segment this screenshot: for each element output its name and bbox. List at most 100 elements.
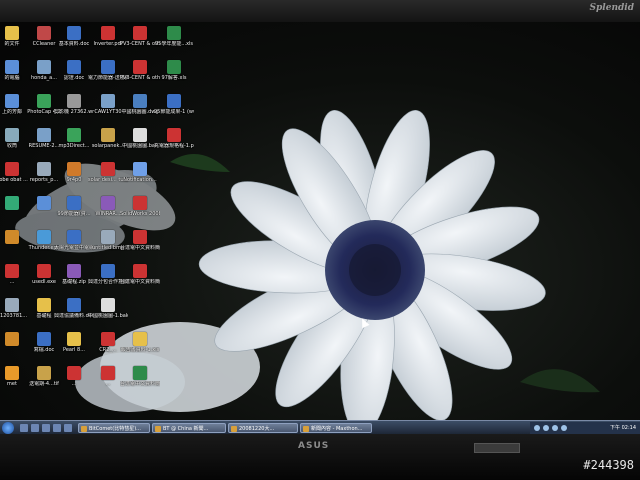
adobe-icon: [5, 162, 19, 176]
desktop-icon[interactable]: 95節能成果-1 (www...: [154, 94, 194, 115]
desktop-icon-label: 97解答.xls: [161, 75, 187, 81]
watermark: #244398: [583, 458, 634, 472]
app-icon: [231, 426, 237, 432]
folder-icon: [5, 26, 19, 40]
file-icon: [37, 162, 51, 176]
desktop-icon-label: 95學年度能...xls: [154, 41, 194, 47]
taskbar-button[interactable]: BT @ China 新聞...: [152, 423, 226, 433]
app-icon: [303, 426, 309, 432]
word-doc-icon: [101, 60, 115, 74]
file-icon: [67, 162, 81, 176]
clock[interactable]: 下午 02:14: [610, 422, 636, 434]
folder-icon: [67, 332, 81, 346]
word-doc-icon: [67, 230, 81, 244]
mp3-icon: [67, 128, 81, 142]
file-icon: [101, 94, 115, 108]
app-tray-icon[interactable]: [561, 425, 567, 431]
quick-launch-ie-icon[interactable]: [20, 424, 28, 432]
update-tray-icon[interactable]: [552, 425, 558, 431]
exe-icon: [37, 264, 51, 278]
taskbar-button-label: BT @ China 新聞...: [163, 426, 209, 432]
desktop-icon[interactable]: 中國桃園圖-1.bak: [88, 298, 128, 319]
taskbar: BitComet(比特彗星)... BT @ China 新聞... 2008122…: [0, 420, 640, 435]
winrar-icon: [101, 196, 115, 210]
file-icon: [133, 162, 147, 176]
thunder-icon: [37, 230, 51, 244]
app-icon: [5, 230, 19, 244]
text-file-icon: [133, 128, 147, 142]
pdf-icon: [67, 366, 81, 380]
winrar-icon: [67, 264, 81, 278]
taskbar-button-label: BitComet(比特彗星)...: [89, 426, 141, 432]
taskbar-button-label: 新聞內容 - Maxthon...: [311, 426, 363, 432]
folder-icon: [37, 298, 51, 312]
volume-tray-icon[interactable]: [543, 425, 549, 431]
pdf-icon: [101, 332, 115, 346]
daisy-wallpaper: [15, 110, 600, 420]
app-icon: [5, 332, 19, 346]
system-tray: 下午 02:14: [530, 422, 640, 434]
pdf-icon: [101, 26, 115, 40]
taskbar-button[interactable]: 20081220大...: [228, 423, 298, 433]
pdf-icon: [133, 26, 147, 40]
quick-launch-media-icon[interactable]: [31, 424, 39, 432]
desktop[interactable]: 的文件 CCleaner 基本資料.doc Inverter.pdf PV3-CENT …: [0, 22, 640, 420]
quick-launch-app-icon[interactable]: [64, 424, 72, 432]
excel-icon: [167, 60, 181, 74]
word-doc-icon: [37, 332, 51, 346]
desktop-icon[interactable]: 95學年度能...xls: [154, 26, 194, 47]
quick-launch-desktop-icon[interactable]: [42, 424, 50, 432]
pdf-icon: [101, 366, 115, 380]
app-icon: [5, 264, 19, 278]
splendid-logo: Splendid: [589, 3, 635, 13]
pdf-icon: [133, 230, 147, 244]
image-icon: [37, 366, 51, 380]
desktop-icon[interactable]: 充電器規格程-1.pdf: [154, 128, 194, 149]
quick-launch-app-icon[interactable]: [53, 424, 61, 432]
word-doc-icon: [67, 26, 81, 40]
network-icon: [5, 94, 19, 108]
desktop-icon-label: 充電器規格程-1.pdf: [154, 143, 194, 149]
solidworks-icon: [133, 196, 147, 210]
pdf-icon: [133, 60, 147, 74]
desktop-icon-label: 95節能成果-1 (www...: [154, 109, 194, 115]
app-icon: [155, 426, 161, 432]
network-tray-icon[interactable]: [534, 425, 540, 431]
start-button[interactable]: [2, 422, 14, 434]
file-icon: [37, 60, 51, 74]
taskbar-button[interactable]: 新聞內容 - Maxthon...: [300, 423, 372, 433]
excel-icon: [167, 26, 181, 40]
desktop-icon-label: 報告書資料-1.xls: [120, 347, 160, 353]
desktop-icon-label: Notification...: [123, 177, 157, 183]
desktop-icon[interactable]: 97解答.xls: [154, 60, 194, 81]
dwg-icon: [133, 94, 147, 108]
desktop-icon[interactable]: 台達電中文資料簡-1.pdf: [120, 264, 160, 285]
desktop-icon[interactable]: 報告書資料-1.xls: [120, 332, 160, 353]
monitor-badge: [474, 443, 520, 453]
file-icon: [5, 298, 19, 312]
app-icon: [81, 426, 87, 432]
desktop-icon-label: 台達電中文資料簡-1.pdf: [120, 279, 160, 285]
taskbar-button[interactable]: BitComet(比特彗星)...: [78, 423, 150, 433]
word-doc-icon: [67, 196, 81, 210]
app-icon: [5, 366, 19, 380]
desktop-icon-label: 台達電中文資料簡-1.pdf: [120, 381, 160, 387]
desktop-icon-label: 中國桃園圖-1.bak: [88, 313, 128, 319]
image-icon: [101, 230, 115, 244]
pdf-icon: [133, 264, 147, 278]
taskbar-button-label: 20081220大...: [239, 426, 275, 432]
app-icon: [5, 196, 19, 210]
word-doc-icon: [101, 264, 115, 278]
text-file-icon: [101, 298, 115, 312]
desktop-icon[interactable]: 台達電中文資料簡-1.pdf: [120, 366, 160, 387]
desktop-icon[interactable]: SolidWorks 2008 SP0.0: [120, 196, 160, 217]
media-icon: [67, 94, 81, 108]
desktop-icon[interactable]: 台達電中文資料簡-1.pdf: [120, 230, 160, 251]
computer-icon: [5, 60, 19, 74]
pdf-icon: [101, 162, 115, 176]
word-doc-icon: [67, 60, 81, 74]
word-doc-icon: [167, 94, 181, 108]
desktop-icon[interactable]: Notification...: [120, 162, 160, 183]
ccleaner-icon: [37, 26, 51, 40]
desktop-icon-label: 台達電中文資料簡-1.pdf: [120, 245, 160, 251]
